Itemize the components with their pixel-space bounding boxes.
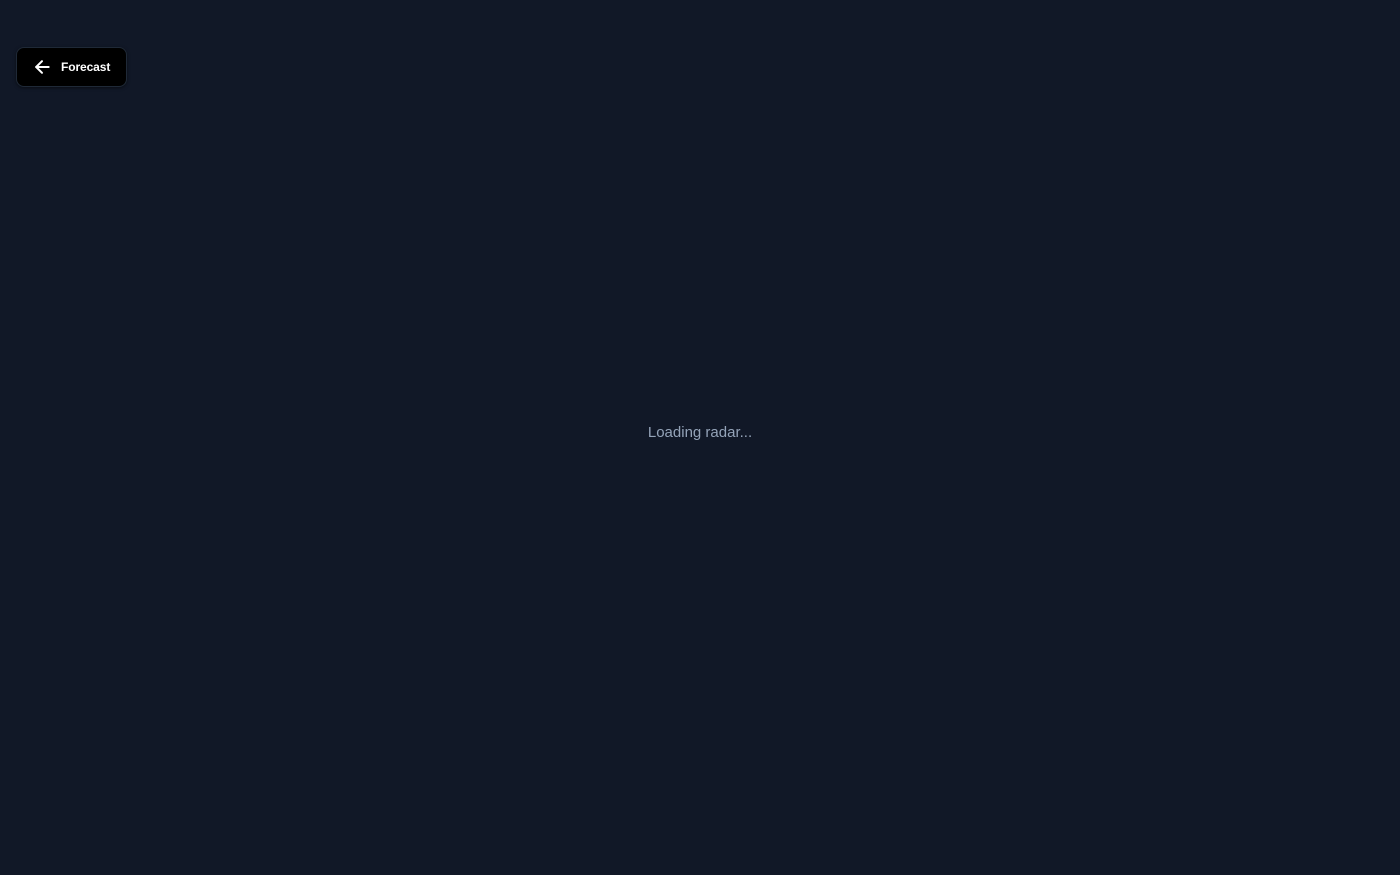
back-button-label: Forecast	[61, 60, 111, 74]
back-to-forecast-button[interactable]: Forecast	[16, 47, 128, 87]
loading-status-text: Loading radar...	[647, 424, 753, 441]
arrow-left-icon	[31, 56, 53, 78]
radar-page: Forecast Loading radar...	[0, 0, 1400, 875]
